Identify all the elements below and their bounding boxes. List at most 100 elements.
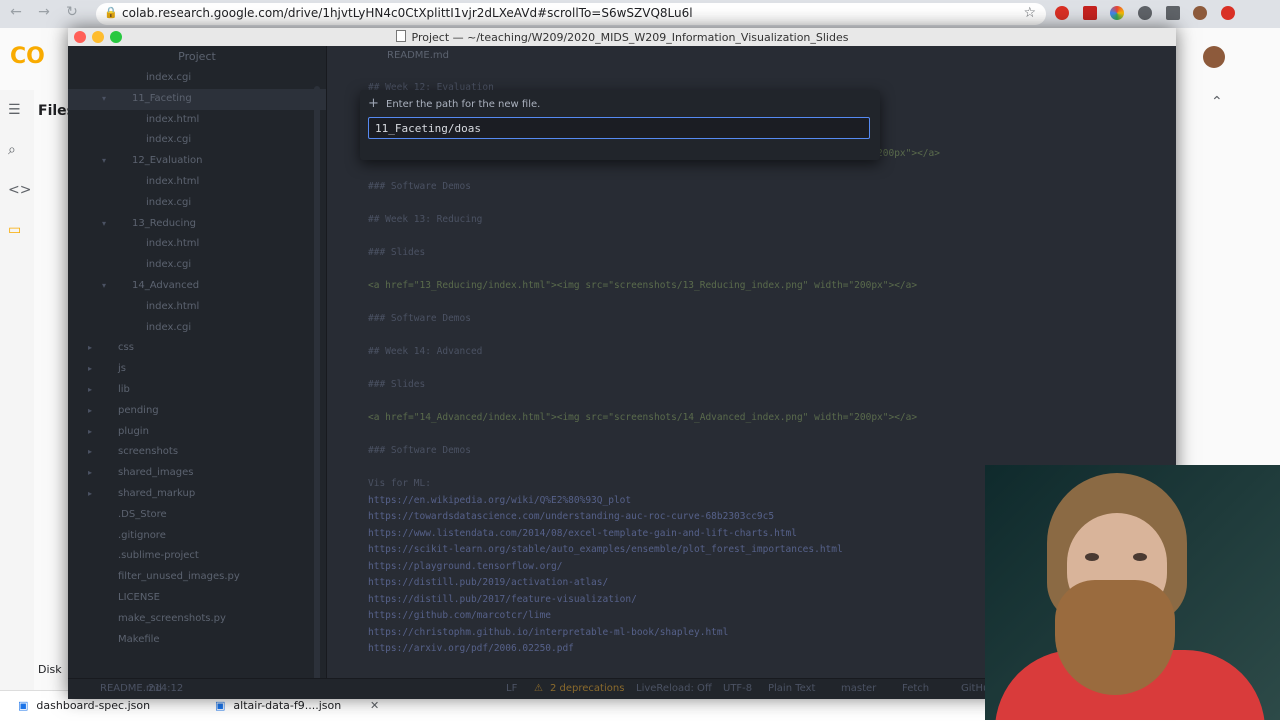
tree-item[interactable]: ▸ js bbox=[68, 359, 326, 380]
tree-item[interactable]: ▸ screenshots bbox=[68, 442, 326, 463]
code-line[interactable] bbox=[327, 196, 1176, 213]
tree-item[interactable]: index.html bbox=[68, 234, 326, 255]
code-line[interactable] bbox=[327, 394, 1176, 411]
code-line[interactable]: ### Slides bbox=[327, 245, 1176, 262]
disk-label: Disk bbox=[38, 663, 62, 676]
chevron-right-icon[interactable]: ▸ bbox=[88, 427, 92, 436]
code-line[interactable]: ## Week 13: Reducing bbox=[327, 212, 1176, 229]
tree-item[interactable]: index.cgi bbox=[68, 130, 326, 151]
folder-icon[interactable]: ▭ bbox=[8, 222, 21, 238]
tree-item[interactable]: ▸ css bbox=[68, 338, 326, 359]
download-item[interactable]: ▣ dashboard-spec.json bbox=[18, 699, 150, 712]
tree-item[interactable]: index.html bbox=[68, 172, 326, 193]
back-icon[interactable]: ← bbox=[6, 4, 26, 20]
tree-item[interactable]: filter_unused_images.py bbox=[68, 567, 326, 588]
forward-icon[interactable]: → bbox=[34, 4, 54, 20]
extension-icon[interactable] bbox=[1138, 6, 1152, 20]
tree-item[interactable]: ▾ 12_Evaluation bbox=[68, 151, 326, 172]
download-item[interactable]: ▣ altair-data-f9....json bbox=[215, 699, 341, 712]
address-bar[interactable]: 🔒 colab.research.google.com/drive/1hjvtL… bbox=[96, 3, 1046, 25]
status-fetch[interactable]: Fetch bbox=[902, 683, 929, 694]
code-line[interactable] bbox=[327, 262, 1176, 279]
extension-icon[interactable] bbox=[1083, 6, 1097, 20]
tree-item[interactable]: ▸ lib bbox=[68, 380, 326, 401]
code-line-text: ### Software Demos bbox=[368, 181, 471, 192]
code-line[interactable] bbox=[327, 328, 1176, 345]
status-cursor[interactable]: 214:12 bbox=[148, 683, 183, 694]
code-line[interactable] bbox=[327, 229, 1176, 246]
colab-sidebar: ☰ ⌕ <> ▭ bbox=[0, 90, 34, 690]
tree-item[interactable]: make_screenshots.py bbox=[68, 609, 326, 630]
tree-item[interactable]: index.cgi bbox=[68, 318, 326, 339]
chevron-down-icon[interactable]: ▾ bbox=[102, 281, 106, 290]
tree-item-label: 11_Faceting bbox=[132, 92, 192, 104]
reload-icon[interactable]: ↻ bbox=[62, 4, 82, 20]
code-line[interactable]: ## Week 14: Advanced bbox=[327, 344, 1176, 361]
code-line-text: https://en.wikipedia.org/wiki/Q%E2%80%93… bbox=[368, 494, 632, 506]
code-line[interactable]: ### Software Demos bbox=[327, 443, 1176, 460]
status-encoding[interactable]: UTF-8 bbox=[723, 683, 752, 694]
tree-item[interactable]: .DS_Store bbox=[68, 505, 326, 526]
chevron-right-icon[interactable]: ▸ bbox=[88, 406, 92, 415]
chevron-up-icon[interactable]: ⌃ bbox=[1211, 94, 1223, 110]
code-line[interactable] bbox=[327, 427, 1176, 444]
chevron-right-icon[interactable]: ▸ bbox=[88, 447, 92, 456]
chevron-right-icon[interactable]: ▸ bbox=[88, 385, 92, 394]
chevron-right-icon[interactable]: ▸ bbox=[88, 489, 92, 498]
search-icon[interactable]: ⌕ bbox=[8, 142, 16, 158]
menu-icon[interactable]: ☰ bbox=[8, 102, 21, 118]
status-deprecations[interactable]: 2 deprecations bbox=[550, 683, 624, 694]
scrollbar[interactable] bbox=[314, 86, 320, 686]
tree-item[interactable]: index.html bbox=[68, 110, 326, 131]
extension-icon[interactable] bbox=[1110, 6, 1124, 20]
chevron-right-icon[interactable]: ▸ bbox=[88, 364, 92, 373]
lock-icon: 🔒 bbox=[104, 6, 118, 19]
code-line[interactable]: ### Software Demos bbox=[327, 311, 1176, 328]
tree-item[interactable]: index.cgi bbox=[68, 255, 326, 276]
status-line-ending[interactable]: LF bbox=[506, 683, 517, 694]
tree-item[interactable]: Makefile bbox=[68, 630, 326, 651]
status-branch[interactable]: master bbox=[841, 683, 876, 694]
webcam-overlay bbox=[985, 465, 1280, 720]
code-icon[interactable]: <> bbox=[8, 182, 31, 198]
tree-item[interactable]: ▸ shared_markup bbox=[68, 484, 326, 505]
status-livereload[interactable]: LiveReload: Off bbox=[636, 683, 712, 694]
chevron-down-icon[interactable]: ▾ bbox=[102, 94, 106, 103]
tree-item[interactable]: ▾ 14_Advanced bbox=[68, 276, 326, 297]
tree-item[interactable]: LICENSE bbox=[68, 588, 326, 609]
tree-item[interactable]: .sublime-project bbox=[68, 546, 326, 567]
extension-icon[interactable] bbox=[1055, 6, 1069, 20]
new-file-path-input[interactable] bbox=[368, 117, 870, 139]
tree-item-label: index.cgi bbox=[146, 196, 192, 208]
code-line[interactable] bbox=[327, 163, 1176, 180]
avatar[interactable] bbox=[1193, 6, 1207, 20]
star-icon[interactable]: ☆ bbox=[1023, 5, 1036, 21]
tree-item-label: plugin bbox=[118, 425, 149, 437]
tree-item[interactable]: index.html bbox=[68, 297, 326, 318]
code-line[interactable]: <a href="13_Reducing/index.html"><img sr… bbox=[327, 278, 1176, 295]
tree-item[interactable]: .gitignore bbox=[68, 526, 326, 547]
code-line[interactable]: <a href="14_Advanced/index.html"><img sr… bbox=[327, 410, 1176, 427]
tree-item[interactable]: ▸ shared_images bbox=[68, 463, 326, 484]
code-line[interactable]: ### Software Demos bbox=[327, 179, 1176, 196]
tree-item[interactable]: ▾ 11_Faceting bbox=[68, 88, 326, 110]
extension-icon[interactable] bbox=[1221, 6, 1235, 20]
avatar[interactable] bbox=[1203, 46, 1225, 68]
puzzle-icon[interactable] bbox=[1166, 6, 1180, 20]
new-file-dialog: + Enter the path for the new file. bbox=[360, 90, 880, 160]
code-line[interactable]: ### Slides bbox=[327, 377, 1176, 394]
tree-item[interactable]: index.cgi bbox=[68, 68, 326, 89]
tree-item[interactable]: index.cgi bbox=[68, 193, 326, 214]
chevron-right-icon[interactable]: ▸ bbox=[88, 343, 92, 352]
code-line[interactable] bbox=[327, 295, 1176, 312]
chevron-down-icon[interactable]: ▾ bbox=[102, 219, 106, 228]
status-grammar[interactable]: Plain Text bbox=[768, 683, 815, 694]
code-line[interactable] bbox=[327, 361, 1176, 378]
tree-item[interactable]: ▸ pending bbox=[68, 401, 326, 422]
tree-item[interactable]: ▸ plugin bbox=[68, 422, 326, 443]
editor-tab[interactable]: README.md bbox=[387, 50, 449, 61]
close-icon[interactable]: ✕ bbox=[370, 699, 379, 712]
tree-item[interactable]: ▾ 13_Reducing bbox=[68, 214, 326, 235]
chevron-down-icon[interactable]: ▾ bbox=[102, 156, 106, 165]
chevron-right-icon[interactable]: ▸ bbox=[88, 468, 92, 477]
